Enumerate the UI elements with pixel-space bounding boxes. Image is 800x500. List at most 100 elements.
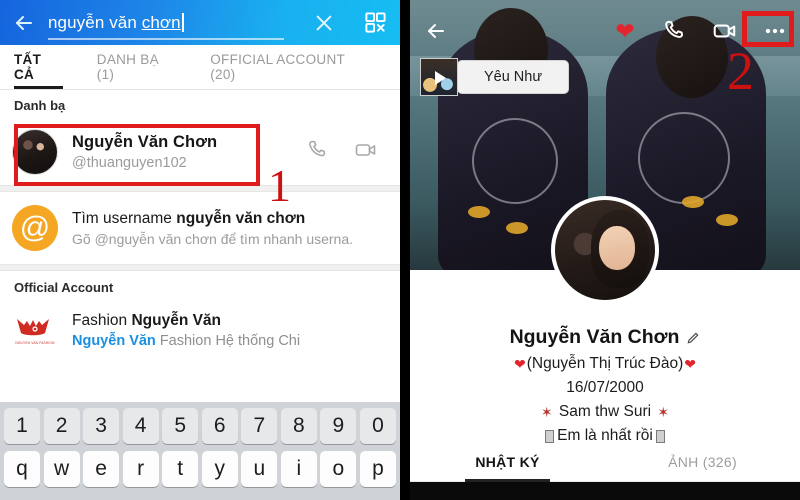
cover-shirt-graphic-left	[472, 118, 558, 204]
cover-cloud-motif-1	[468, 206, 490, 218]
pencil-edit-icon[interactable]	[686, 331, 700, 345]
key-q[interactable]: q	[4, 451, 40, 487]
avatar	[12, 129, 58, 175]
official-account-subtitle-rest: Fashion Hệ thống Chi	[155, 332, 301, 349]
contact-row-actions	[306, 138, 388, 167]
username-text-group: Tìm username nguyễn văn chơn Gõ @nguyễn …	[72, 210, 388, 247]
official-account-subtitle: Nguyễn Văn Fashion Hệ thống Chi	[72, 333, 388, 349]
tab-contacts-label: DANH BẠ (1)	[96, 52, 159, 82]
username-search-subtitle: Gõ @nguyễn văn chơn để tìm nhanh userna.	[72, 230, 354, 247]
heart-icon[interactable]: ❤	[600, 19, 650, 43]
tab-official-account-label: OFFICIAL ACCOUNT (20)	[210, 52, 345, 82]
official-account-title: Fashion Nguyễn Văn	[72, 312, 388, 330]
key-3[interactable]: 3	[83, 408, 120, 444]
search-screen-panel: nguyễn văn chơn TẤT CẢ DANH BẠ (1) OFFIC…	[0, 0, 400, 500]
profile-bio-line-1: ❤ (Nguyễn Thị Trúc Đào) ❤	[410, 355, 800, 373]
section-divider-2	[0, 264, 400, 271]
cover-shirt-graphic-right	[638, 112, 730, 204]
back-arrow-icon[interactable]	[0, 0, 48, 45]
username-search-prefix: Tìm username	[72, 209, 177, 227]
official-account-title-prefix: Fashion	[72, 311, 132, 329]
official-account-subtitle-highlight: Nguyễn Văn	[72, 332, 156, 349]
key-4[interactable]: 4	[122, 408, 159, 444]
search-query-composing: chơn	[141, 12, 181, 32]
panel-divider	[400, 0, 410, 500]
profile-bio-line-4-text: Em là nhất rồi	[557, 427, 653, 444]
qr-scan-icon[interactable]	[350, 0, 400, 45]
search-query-text: nguyễn văn	[48, 12, 142, 32]
tab-timeline[interactable]: NHẬT KÝ	[410, 444, 605, 482]
profile-screen-panel: ❤ Yêu Như 2 Nguyễn Văn Chơn ❤ (Nguyễn Th…	[410, 0, 800, 500]
username-search-query: nguyễn văn chơn	[176, 209, 306, 227]
key-r[interactable]: r	[122, 451, 159, 487]
missing-glyph-icon	[545, 429, 555, 443]
more-options-icon[interactable]	[750, 18, 800, 44]
tab-photos[interactable]: ẢNH (326)	[605, 444, 800, 481]
key-2[interactable]: 2	[43, 408, 80, 444]
official-account-row[interactable]: NGUYEN VAN FASHION Fashion Nguyễn Văn Ng…	[0, 301, 400, 359]
search-underline	[48, 38, 284, 40]
avatar-detail-face	[599, 226, 635, 270]
official-account-heading: Official Account	[14, 280, 114, 295]
username-search-title: Tìm username nguyễn văn chơn	[72, 210, 388, 228]
phone-icon[interactable]	[650, 18, 700, 44]
key-p[interactable]: p	[359, 451, 396, 487]
key-y[interactable]: y	[201, 451, 238, 487]
key-o[interactable]: o	[320, 451, 357, 487]
tab-photos-label: ẢNH (326)	[668, 454, 737, 470]
profile-bio-line-4: Em là nhất rồi	[410, 427, 800, 445]
story-highlight-chip[interactable]: Yêu Như	[420, 58, 569, 96]
brand-logo-icon: NGUYEN VAN FASHION	[12, 307, 58, 353]
official-account-title-bold: Nguyễn Văn	[131, 311, 222, 329]
heart-icon: ❤	[684, 355, 696, 372]
sparkle-icon: ✶	[657, 403, 670, 420]
key-t[interactable]: t	[162, 451, 199, 487]
contacts-section-heading: Danh bạ	[14, 98, 66, 113]
profile-bio-line-1-text: (Nguyễn Thị Trúc Đào)	[526, 355, 684, 372]
keyboard-row-letters: q w e r t y u i o p	[2, 451, 398, 487]
tab-all-label: TẤT CẢ	[14, 52, 42, 82]
profile-tabs: NHẬT KÝ ẢNH (326)	[410, 444, 800, 482]
key-8[interactable]: 8	[280, 408, 317, 444]
key-7[interactable]: 7	[241, 408, 278, 444]
missing-glyph-icon	[655, 429, 665, 443]
section-divider	[0, 185, 400, 192]
username-search-row[interactable]: @ Tìm username nguyễn văn chơn Gõ @nguyễ…	[0, 192, 400, 264]
key-e[interactable]: e	[83, 451, 120, 487]
key-w[interactable]: w	[43, 451, 80, 487]
brand-logo-caption: NGUYEN VAN FASHION	[15, 340, 55, 345]
tab-official-account[interactable]: OFFICIAL ACCOUNT (20)	[210, 45, 382, 89]
cover-cloud-motif-4	[716, 214, 738, 226]
contact-name: Nguyễn Văn Chơn	[72, 133, 218, 151]
contact-result-row[interactable]: Nguyễn Văn Chơn @thuanguyen102	[0, 119, 400, 185]
cover-cloud-motif-3	[682, 196, 704, 208]
key-u[interactable]: u	[241, 451, 278, 487]
screenshot-root: nguyễn văn chơn TẤT CẢ DANH BẠ (1) OFFIC…	[0, 0, 800, 500]
key-6[interactable]: 6	[201, 408, 238, 444]
profile-name: Nguyễn Văn Chơn	[509, 326, 680, 348]
on-screen-keyboard: 1 2 3 4 5 6 7 8 9 0 q w e r t y u i o p	[0, 402, 400, 500]
search-header: nguyễn văn chơn	[0, 0, 400, 45]
key-1[interactable]: 1	[4, 408, 40, 444]
back-arrow-icon[interactable]	[410, 19, 462, 43]
story-highlight-label: Yêu Như	[457, 60, 569, 94]
play-icon[interactable]	[420, 58, 458, 96]
tab-all[interactable]: TẤT CẢ	[14, 45, 79, 89]
text-caret	[181, 12, 184, 32]
key-i[interactable]: i	[280, 451, 317, 487]
close-icon[interactable]	[298, 0, 350, 45]
phone-icon[interactable]	[306, 138, 330, 167]
sparkle-icon: ✶	[540, 403, 553, 420]
key-9[interactable]: 9	[320, 408, 357, 444]
bottom-crop-bar	[410, 482, 800, 500]
tab-contacts[interactable]: DANH BẠ (1)	[97, 45, 192, 89]
at-sign-icon: @	[12, 205, 58, 251]
video-camera-icon[interactable]	[354, 138, 378, 167]
key-5[interactable]: 5	[162, 408, 199, 444]
search-input[interactable]: nguyễn văn chơn	[48, 0, 298, 45]
avatar[interactable]	[551, 196, 659, 304]
search-tabs: TẤT CẢ DANH BẠ (1) OFFICIAL ACCOUNT (20)	[0, 45, 400, 89]
key-0[interactable]: 0	[359, 408, 396, 444]
page-title: Nguyễn Văn Chơn	[510, 326, 701, 349]
annotation-marker-2: 2	[727, 41, 754, 101]
